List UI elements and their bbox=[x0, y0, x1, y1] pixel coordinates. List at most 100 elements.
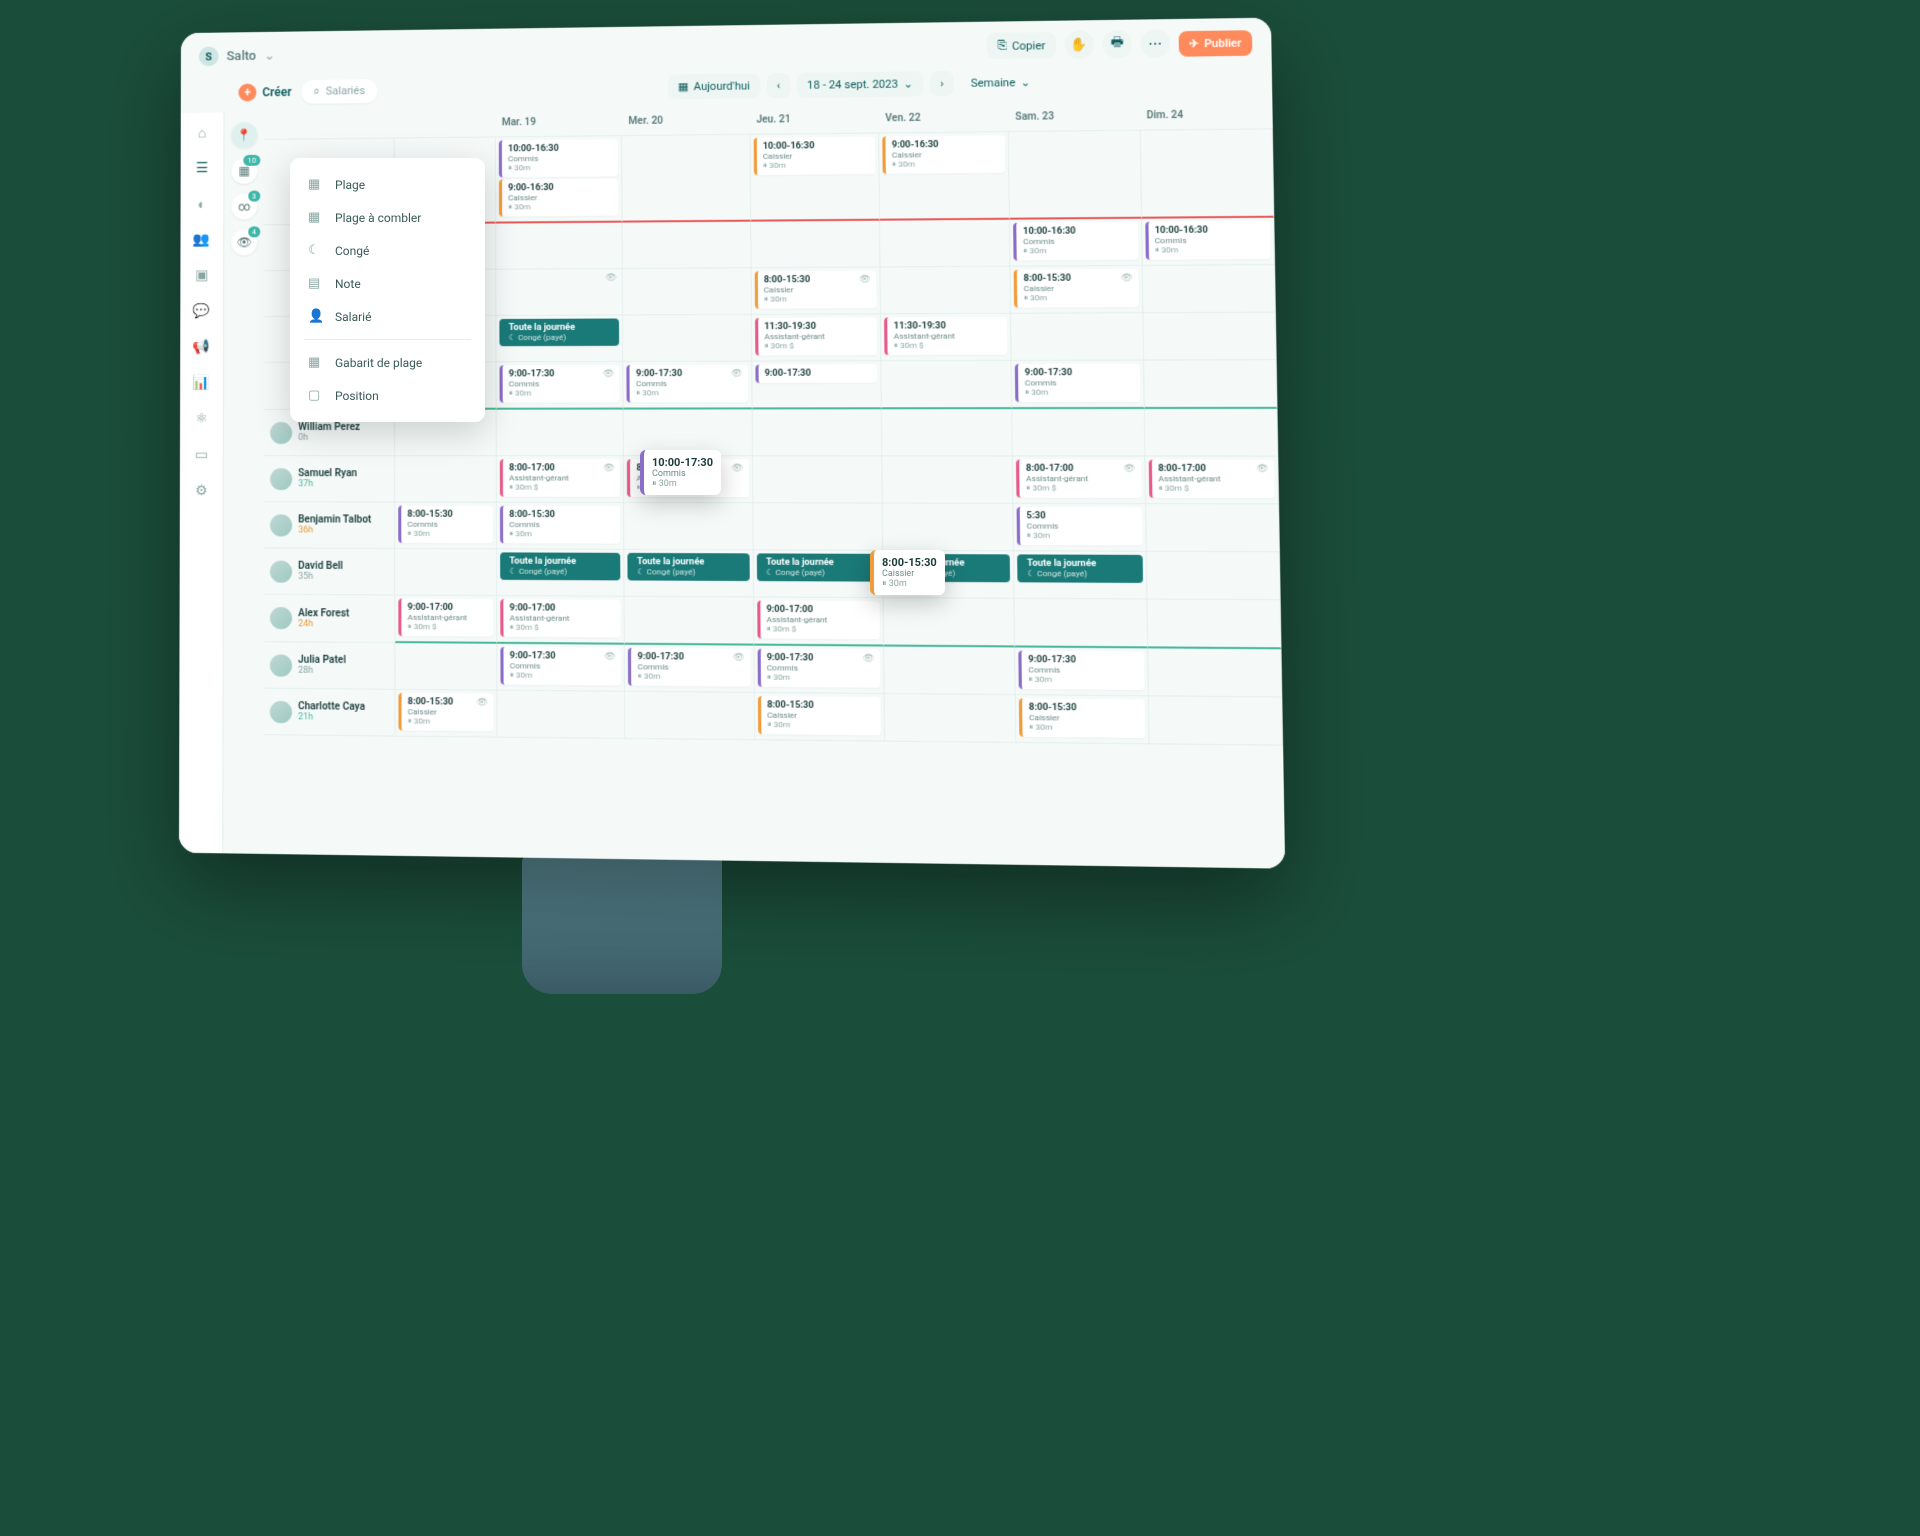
schedule-cell[interactable] bbox=[882, 409, 1013, 456]
nav-chat-icon[interactable]: 💬 bbox=[192, 301, 212, 321]
schedule-cell[interactable] bbox=[497, 691, 625, 739]
nav-time-icon[interactable]: ◐ bbox=[192, 194, 212, 214]
schedule-cell[interactable]: 9:00-17:30Commis⏸ 30m👁 bbox=[624, 362, 753, 410]
schedule-cell[interactable] bbox=[885, 694, 1017, 743]
shift-card[interactable]: 9:00-17:30Commis⏸ 30m👁 bbox=[627, 365, 748, 403]
nav-announce-icon[interactable]: 📢 bbox=[192, 337, 212, 357]
shift-card[interactable]: 10:00-16:30Commis⏸ 30m bbox=[1013, 222, 1138, 261]
schedule-cell[interactable] bbox=[623, 315, 752, 362]
schedule-cell[interactable]: Toute la journée☾ Congé (payé) bbox=[496, 315, 623, 362]
schedule-cell[interactable]: 8:00-17:00Assistant-gérant⏸ 30m $👁 bbox=[1013, 456, 1146, 504]
shift-card[interactable]: 9:00-17:30Commis⏸ 30m👁 bbox=[500, 365, 620, 403]
filter-clipboard[interactable]: ▦10 bbox=[231, 158, 257, 184]
shift-card[interactable]: 9:00-17:00Assistant-gérant⏸ 30m $ bbox=[757, 601, 880, 640]
menu-item2-1[interactable]: ▢Position bbox=[290, 379, 485, 412]
schedule-cell[interactable] bbox=[625, 692, 754, 740]
dragging-shift-2[interactable]: 8:00-15:30 Caissier ⏸ 30m bbox=[870, 550, 945, 595]
schedule-cell[interactable] bbox=[884, 598, 1016, 647]
schedule-cell[interactable]: Toute la journée☾ Congé (payé) bbox=[625, 550, 754, 598]
today-button[interactable]: ▦Aujourd'hui bbox=[667, 73, 760, 99]
shift-card[interactable]: 8:00-17:00Assistant-gérant⏸ 30m $👁 bbox=[500, 459, 620, 497]
menu-item2-0[interactable]: ▦Gabarit de plage bbox=[290, 346, 485, 379]
menu-item-0[interactable]: ▦Plage bbox=[290, 168, 485, 201]
schedule-cell[interactable]: 9:00-17:30Commis⏸ 30m bbox=[1015, 647, 1148, 696]
shift-card[interactable]: Toute la journée☾ Congé (payé) bbox=[499, 318, 619, 346]
schedule-cell[interactable] bbox=[395, 643, 497, 691]
schedule-cell[interactable]: 10:00-16:30Commis⏸ 30m bbox=[1142, 218, 1275, 266]
shift-card[interactable]: 9:00-17:30Commis⏸ 30m bbox=[1019, 651, 1145, 690]
schedule-cell[interactable] bbox=[1149, 696, 1284, 745]
shift-card[interactable]: Toute la journée☾ Congé (payé) bbox=[500, 552, 621, 580]
nav-card-icon[interactable]: ▭ bbox=[191, 445, 211, 465]
dragging-shift-1[interactable]: 10:00-17:30 Commis ⏸ 30m bbox=[640, 450, 721, 495]
shift-card[interactable]: 10:00-16:30Commis⏸ 30m bbox=[1145, 221, 1271, 260]
schedule-cell[interactable] bbox=[496, 223, 623, 270]
shift-card[interactable]: 9:00-17:30Commis⏸ 30m👁 bbox=[500, 647, 621, 686]
schedule-cell[interactable] bbox=[753, 503, 883, 551]
schedule-cell[interactable] bbox=[497, 410, 625, 457]
schedule-cell[interactable]: 9:00-17:30Commis⏸ 30m👁 bbox=[496, 362, 623, 410]
schedule-cell[interactable]: 8:00-15:30Caissier⏸ 30m bbox=[754, 693, 885, 742]
shift-card[interactable]: 8:00-15:30Caissier⏸ 30m bbox=[1019, 698, 1145, 738]
schedule-cell[interactable] bbox=[882, 456, 1013, 503]
schedule-cell[interactable] bbox=[1147, 600, 1281, 650]
nav-tasks-icon[interactable]: ▣ bbox=[192, 265, 212, 285]
schedule-cell[interactable]: 9:00-17:30Commis⏸ 30m👁 bbox=[754, 646, 885, 694]
schedule-cell[interactable]: 11:30-19:30Assistant-gérant⏸ 30m $ bbox=[881, 314, 1012, 361]
shift-card[interactable]: 9:00-17:00Assistant-gérant⏸ 30m $ bbox=[500, 599, 621, 637]
schedule-cell[interactable] bbox=[752, 409, 882, 456]
nav-reports-icon[interactable]: 📊 bbox=[192, 373, 212, 393]
schedule-cell[interactable]: 8:00-17:00Assistant-gérant⏸ 30m $👁 bbox=[497, 456, 625, 503]
schedule-cell[interactable]: 9:00-17:30 bbox=[752, 361, 882, 409]
schedule-cell[interactable] bbox=[1146, 552, 1280, 600]
schedule-cell[interactable] bbox=[753, 456, 883, 503]
shift-card[interactable]: Toute la journée☾ Congé (payé) bbox=[756, 553, 879, 581]
schedule-cell[interactable] bbox=[1140, 129, 1274, 218]
schedule-cell[interactable]: 8:00-17:00Assistant-gérant⏸ 30m $👁 bbox=[1145, 457, 1279, 505]
schedule-cell[interactable] bbox=[884, 647, 1016, 696]
schedule-cell[interactable]: 8:00-15:30Caissier⏸ 30m👁 bbox=[395, 690, 497, 738]
schedule-cell[interactable]: 9:00-17:00Assistant-gérant⏸ 30m $ bbox=[395, 595, 497, 643]
filter-pin[interactable]: 📍 bbox=[231, 122, 257, 148]
schedule-cell[interactable] bbox=[395, 456, 497, 503]
schedule-cell[interactable] bbox=[1011, 313, 1143, 361]
brand[interactable]: S Salto ⌄ bbox=[199, 46, 275, 67]
shift-card[interactable]: 9:00-17:30Commis⏸ 30m👁 bbox=[757, 649, 880, 688]
schedule-cell[interactable] bbox=[1146, 504, 1280, 552]
schedule-cell[interactable] bbox=[751, 221, 881, 269]
schedule-cell[interactable]: 👁 bbox=[496, 269, 623, 316]
publish-button[interactable]: ✈Publier bbox=[1178, 30, 1252, 57]
next-button[interactable]: › bbox=[929, 71, 954, 97]
schedule-cell[interactable] bbox=[1015, 599, 1148, 649]
schedule-cell[interactable] bbox=[624, 503, 753, 550]
schedule-cell[interactable]: 8:00-15:30Caissier⏸ 30m👁 bbox=[1011, 266, 1143, 314]
schedule-cell[interactable]: 9:00-17:00Assistant-gérant⏸ 30m $ bbox=[497, 596, 625, 645]
schedule-cell[interactable]: 5:30Commis⏸ 30m bbox=[1014, 504, 1147, 552]
copy-button[interactable]: ⎘Copier bbox=[987, 32, 1056, 59]
shift-card[interactable]: 8:00-15:30Caissier⏸ 30m bbox=[758, 696, 881, 735]
schedule-cell[interactable]: Toute la journée☾ Congé (payé) bbox=[753, 550, 883, 598]
prev-button[interactable]: ‹ bbox=[766, 73, 790, 98]
schedule-cell[interactable] bbox=[1013, 409, 1146, 457]
schedule-cell[interactable]: 9:00-16:30Caissier⏸ 30m bbox=[879, 132, 1010, 221]
search-input[interactable]: ⌕ Salariés bbox=[302, 79, 377, 104]
schedule-cell[interactable] bbox=[395, 549, 497, 596]
schedule-cell[interactable]: 9:00-17:30Commis⏸ 30m👁 bbox=[497, 644, 625, 692]
schedule-cell[interactable] bbox=[1009, 131, 1141, 220]
shift-card[interactable]: 8:00-17:00Assistant-gérant⏸ 30m $👁 bbox=[1148, 460, 1274, 499]
view-select[interactable]: Semaine ⌄ bbox=[960, 70, 1041, 96]
more-button[interactable]: ⋯ bbox=[1140, 29, 1170, 58]
schedule-cell[interactable]: 9:00-17:30Commis⏸ 30m👁 bbox=[625, 645, 754, 693]
schedule-cell[interactable] bbox=[623, 222, 751, 269]
nav-schedule-icon[interactable]: ☰ bbox=[192, 158, 212, 178]
menu-item-3[interactable]: ▤Note bbox=[290, 267, 485, 300]
nav-people-icon[interactable]: 👥 bbox=[192, 230, 212, 250]
date-range[interactable]: 18 - 24 sept. 2023 ⌄ bbox=[797, 71, 924, 98]
schedule-cell[interactable]: 10:00-16:30Commis⏸ 30m9:00-16:30Caissier… bbox=[496, 136, 623, 223]
shift-card[interactable]: 9:00-17:00Assistant-gérant⏸ 30m $ bbox=[398, 599, 493, 637]
schedule-cell[interactable] bbox=[622, 135, 750, 223]
schedule-cell[interactable]: 9:00-17:30Commis⏸ 30m bbox=[1012, 361, 1144, 410]
shift-card[interactable]: 8:00-17:00Assistant-gérant⏸ 30m $👁 bbox=[1016, 460, 1141, 498]
nav-org-icon[interactable]: ⚛ bbox=[192, 409, 212, 429]
schedule-cell[interactable] bbox=[1144, 360, 1278, 409]
